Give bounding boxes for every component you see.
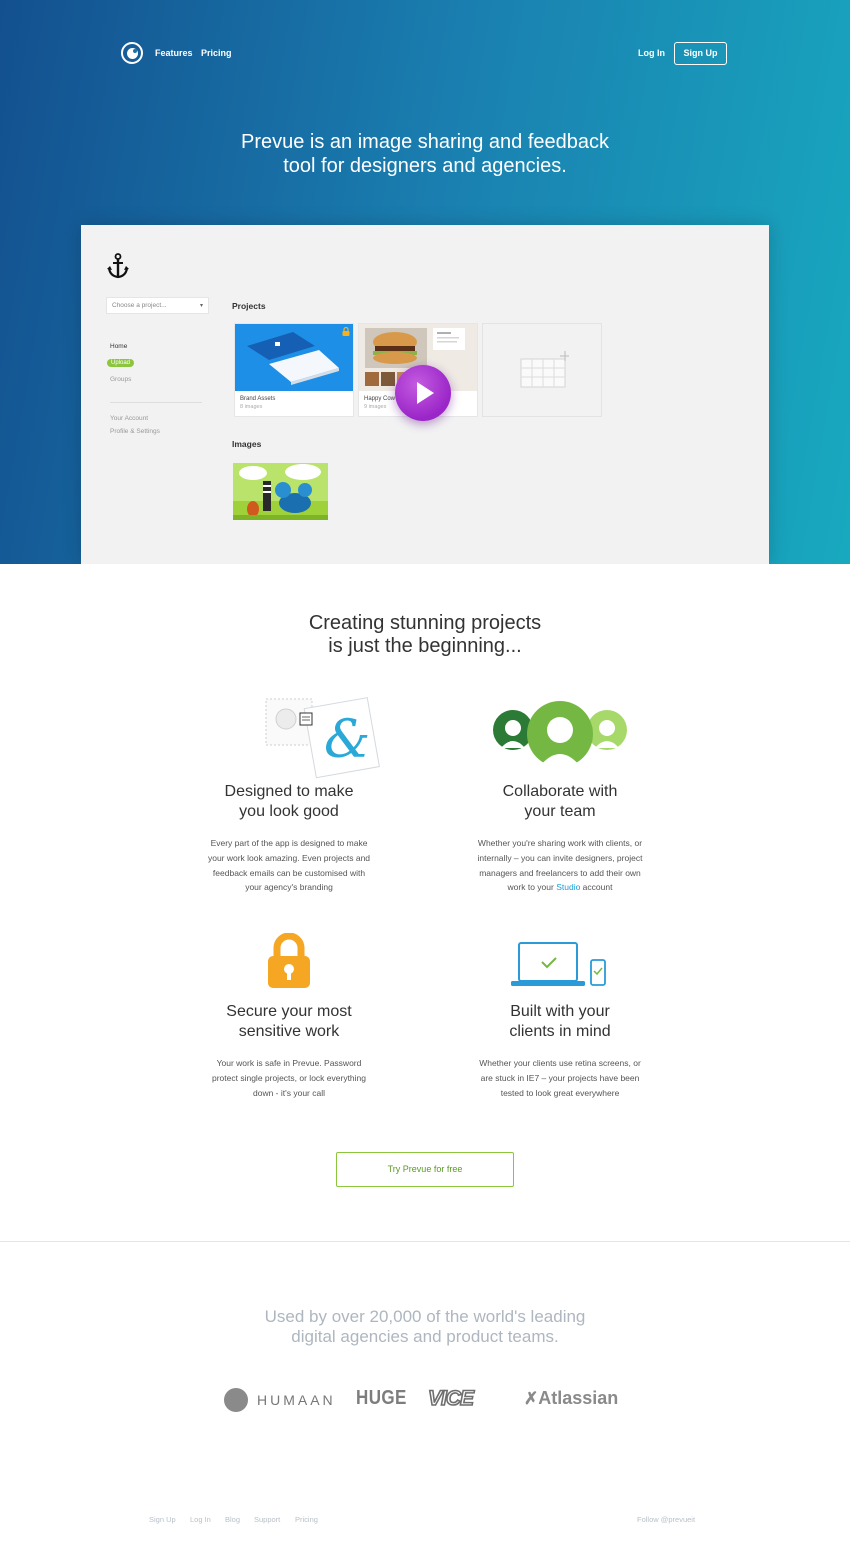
- feature-text-fragment: account: [580, 882, 613, 893]
- feature-title-line1: Collaborate with: [502, 783, 618, 800]
- hero-section: Features Pricing Log In Sign Up Prevue i…: [0, 0, 850, 564]
- project-thumbnail: [235, 324, 353, 391]
- project-title: Brand Assets: [240, 396, 276, 402]
- nav-login-link[interactable]: Log In: [638, 48, 665, 58]
- sidebar-divider: [110, 402, 202, 403]
- sidebar-item-profile-settings[interactable]: Profile & Settings: [110, 428, 160, 435]
- feature-text-line: your work look amazing. Even projects an…: [207, 852, 371, 863]
- feature-description: Whether your clients use retina screens,…: [465, 1056, 655, 1100]
- footer-pricing-link[interactable]: Pricing: [295, 1515, 318, 1524]
- atlassian-logo: ✗Atlassian: [524, 1388, 618, 1409]
- customers-title-line2: digital agencies and product teams.: [291, 1327, 559, 1346]
- signup-button[interactable]: Sign Up: [674, 42, 727, 65]
- footer-login-link[interactable]: Log In: [190, 1515, 211, 1524]
- feature-text-line: work to your Studio account: [465, 880, 655, 895]
- features-title-line1: Creating stunning projects: [308, 612, 542, 634]
- sidebar-item-home[interactable]: Home: [110, 343, 127, 350]
- images-heading: Images: [232, 439, 262, 449]
- feature-description: Your work is safe in Prevue. Password pr…: [194, 1056, 384, 1100]
- footer-blog-link[interactable]: Blog: [225, 1515, 240, 1524]
- studio-link[interactable]: Studio: [556, 882, 580, 892]
- section-divider: [0, 1241, 850, 1242]
- feature-text-line: Every part of the app is designed to mak…: [210, 838, 368, 848]
- feature-title-line2: your team: [524, 803, 596, 820]
- try-free-button[interactable]: Try Prevue for free: [336, 1152, 514, 1187]
- design-icon: &: [265, 697, 380, 779]
- sidebar-item-your-account[interactable]: Your Account: [110, 415, 148, 422]
- feature-text-line: down - it's your call: [252, 1087, 325, 1098]
- nav-features-link[interactable]: Features: [155, 48, 193, 58]
- humaan-logo-text: HUMAAN: [257, 1392, 336, 1408]
- feature-design: Designed to make you look good Every par…: [194, 782, 384, 895]
- vice-logo-text: VICE: [427, 1386, 475, 1411]
- footer-follow-link[interactable]: Follow @prevueit: [637, 1515, 695, 1524]
- project-select-placeholder: Choose a project...: [112, 302, 167, 309]
- feature-title: Built with your clients in mind: [465, 1002, 655, 1042]
- feature-text-line: Whether you're sharing work with clients…: [477, 838, 643, 848]
- features-title: Creating stunning projects is just the b…: [225, 612, 625, 658]
- feature-text-line: feedback emails can be customised with: [212, 867, 366, 878]
- feature-title-line1: Designed to make: [224, 783, 354, 800]
- image-thumbnail[interactable]: [233, 463, 328, 520]
- project-title: Happy Cow: [364, 396, 396, 402]
- feature-text-fragment: work to your: [507, 882, 557, 893]
- project-image-count: 9 images: [364, 404, 387, 410]
- feature-title: Collaborate with your team: [465, 782, 655, 822]
- sidebar-item-groups[interactable]: Groups: [110, 376, 131, 383]
- sidebar-item-upload[interactable]: Upload: [107, 359, 135, 367]
- devices-icon: [511, 942, 606, 986]
- feature-title: Secure your most sensitive work: [194, 1002, 384, 1042]
- feature-description: Every part of the app is designed to mak…: [194, 836, 384, 895]
- play-video-button[interactable]: [395, 365, 451, 421]
- new-project-card[interactable]: [482, 323, 602, 417]
- footer-support-link[interactable]: Support: [254, 1515, 280, 1524]
- footer-signup-link[interactable]: Sign Up: [149, 1515, 176, 1524]
- atlassian-logo-text: Atlassian: [538, 1388, 619, 1408]
- feature-title-line1: Secure your most: [226, 1003, 352, 1020]
- feature-text-line: Whether your clients use retina screens,…: [479, 1058, 641, 1068]
- project-image-count: 8 images: [240, 404, 263, 410]
- hero-title-line1: Prevue is an image sharing and feedback: [240, 131, 609, 153]
- caret-down-icon: ▾: [199, 303, 203, 309]
- feature-text-line: Your work is safe in Prevue. Password: [216, 1058, 362, 1068]
- anchor-icon: [107, 253, 129, 279]
- customers-title: Used by over 20,000 of the world's leadi…: [200, 1307, 650, 1347]
- humaan-logo: HUMAAN: [224, 1386, 334, 1416]
- huge-logo: HUGE: [356, 1387, 407, 1409]
- app-preview: Choose a project... ▾ Home Upload Groups…: [81, 225, 769, 564]
- features-title-line2: is just the beginning...: [328, 635, 522, 657]
- feature-title: Designed to make you look good: [194, 782, 384, 822]
- feature-text-line: are stuck in IE7 – your projects have be…: [480, 1072, 640, 1083]
- feature-clients: Built with your clients in mind Whether …: [465, 1002, 655, 1100]
- feature-title-line1: Built with your: [510, 1003, 610, 1020]
- hero-title-line2: tool for designers and agencies.: [283, 155, 567, 177]
- feature-text-line: managers and freelancers to add their ow…: [479, 867, 641, 878]
- vice-logo: VICE: [424, 1385, 498, 1415]
- project-select[interactable]: Choose a project... ▾: [106, 297, 209, 314]
- atlassian-logo-icon: ✗: [524, 1389, 539, 1408]
- lock-badge-icon: [342, 327, 350, 336]
- project-card-brand-assets[interactable]: Brand Assets 8 images: [234, 323, 354, 417]
- feature-title-line2: you look good: [239, 803, 339, 820]
- feature-text-line: protect single projects, or lock everyth…: [211, 1072, 367, 1083]
- nav-pricing-link[interactable]: Pricing: [201, 48, 232, 58]
- svg-text:&: &: [324, 710, 370, 770]
- feature-secure: Secure your most sensitive work Your wor…: [194, 1002, 384, 1100]
- lock-icon: [268, 933, 310, 988]
- feature-title-line2: clients in mind: [509, 1023, 611, 1040]
- humaan-logo-icon: [224, 1388, 248, 1412]
- prevue-logo-icon[interactable]: [121, 42, 143, 64]
- projects-heading: Projects: [232, 301, 266, 311]
- feature-text-line: tested to look great everywhere: [500, 1087, 620, 1098]
- customers-title-line1: Used by over 20,000 of the world's leadi…: [264, 1307, 586, 1326]
- feature-text-line: internally – you can invite designers, p…: [477, 852, 643, 863]
- team-icon: [493, 701, 627, 766]
- feature-text-line: your agency's branding: [245, 882, 333, 893]
- feature-title-line2: sensitive work: [238, 1023, 340, 1040]
- feature-collaborate: Collaborate with your team Whether you'r…: [465, 782, 655, 895]
- hero-title: Prevue is an image sharing and feedback …: [175, 130, 675, 178]
- feature-description: Whether you're sharing work with clients…: [465, 836, 655, 895]
- add-project-icon: [520, 351, 569, 388]
